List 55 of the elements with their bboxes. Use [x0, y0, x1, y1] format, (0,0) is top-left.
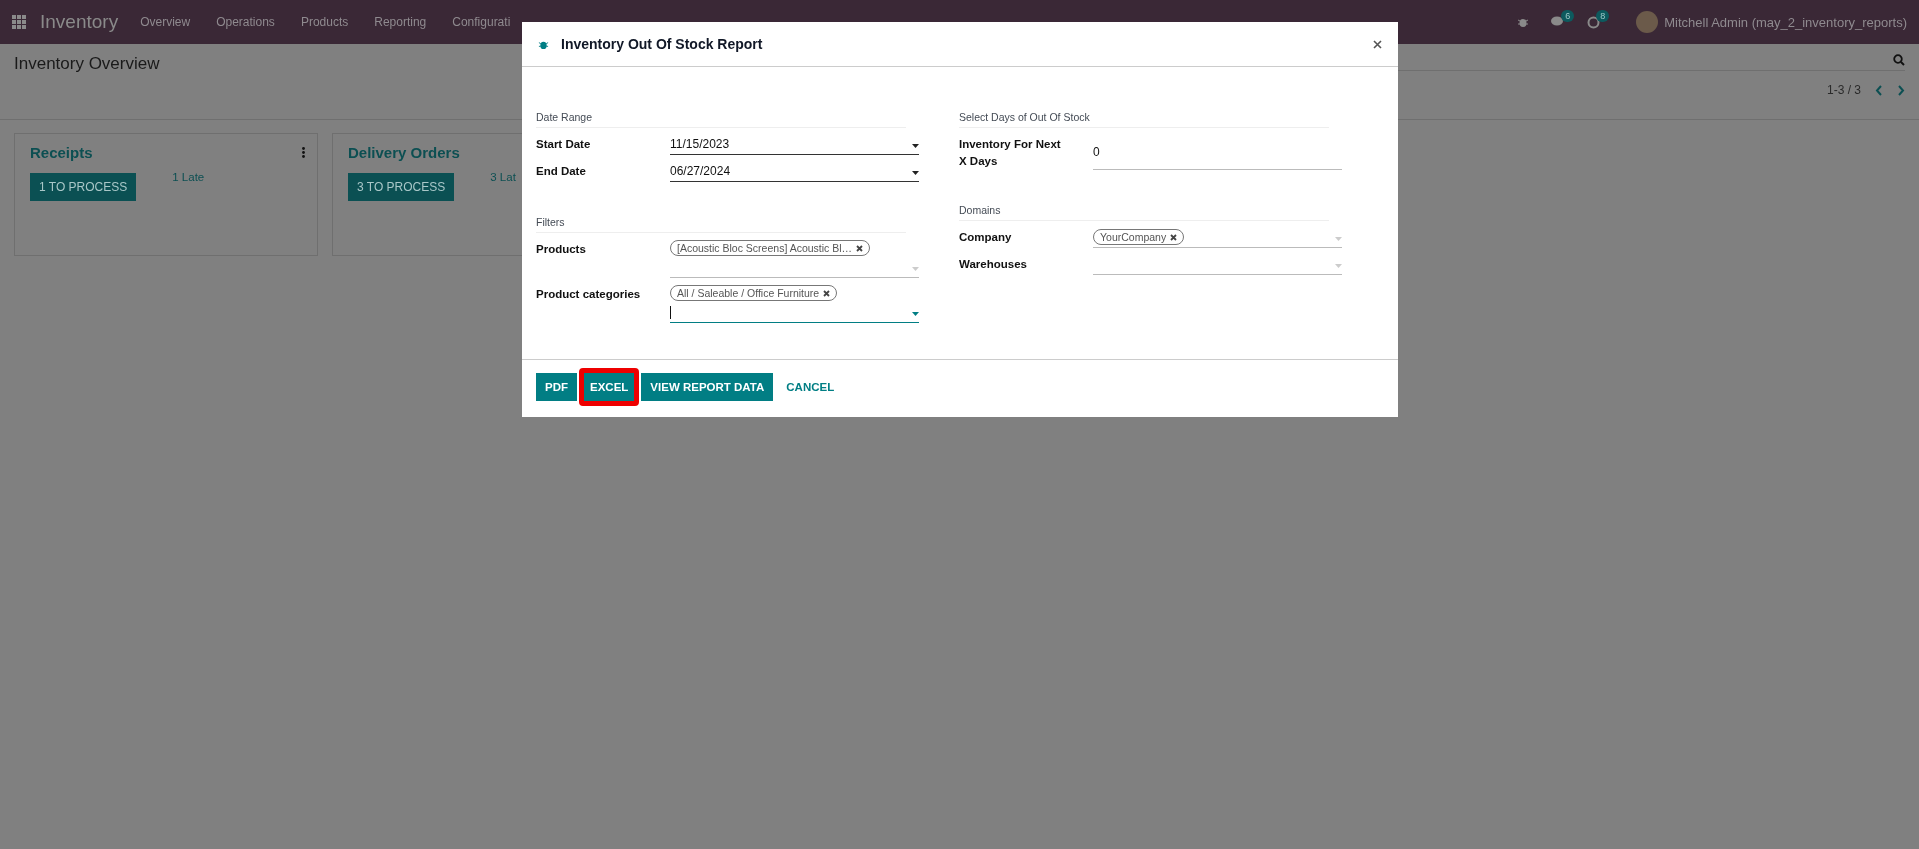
section-heading: Filters	[536, 216, 906, 233]
late-link[interactable]: 3 Lat	[490, 171, 516, 183]
close-icon	[1373, 40, 1382, 49]
apps-grid-icon[interactable]	[12, 15, 26, 29]
remove-icon	[823, 289, 831, 297]
pager-text: 1-3 / 3	[1826, 83, 1861, 97]
section-heading: Date Range	[536, 111, 906, 128]
field-label: Warehouses	[959, 257, 1028, 272]
menu-item[interactable]: Reporting	[374, 15, 427, 29]
field-label: Company	[959, 230, 1013, 245]
number-field[interactable]: 0	[1093, 134, 1342, 170]
date-field[interactable]: 06/27/2024	[670, 161, 919, 182]
menu-item[interactable]: Operations	[216, 15, 275, 29]
user-name[interactable]: Mitchell Admin (may_2_inventory_reports)	[1664, 14, 1907, 30]
chat-icon[interactable]	[1551, 16, 1566, 28]
dialog-button[interactable]: VIEW REPORT DATA	[641, 373, 774, 401]
process-button[interactable]: 3 TO PROCESS	[348, 173, 455, 201]
caret-icon	[912, 312, 919, 316]
caret-icon	[912, 171, 919, 175]
caret-icon	[1335, 237, 1342, 241]
remove-icon	[856, 244, 864, 252]
app-name[interactable]: Inventory	[40, 11, 119, 33]
remove-icon	[1170, 233, 1178, 241]
field-label: End Date	[536, 164, 587, 179]
menu-item[interactable]: Configurati	[452, 15, 511, 29]
field-label: Products	[536, 242, 587, 257]
next-icon[interactable]	[1897, 84, 1905, 96]
previous-icon[interactable]	[1875, 84, 1883, 96]
clock-icon[interactable]	[1587, 15, 1601, 29]
date-field[interactable]: 11/15/2023	[670, 134, 919, 155]
field-label: Start Date	[536, 137, 592, 152]
count-badge: 6	[1561, 10, 1575, 22]
process-button[interactable]: 1 TO PROCESS	[30, 173, 137, 201]
field-label: Inventory For Next X Days	[959, 137, 1062, 169]
more-icon[interactable]	[302, 147, 305, 158]
card-title[interactable]: Receipts	[30, 144, 302, 161]
page-title: Inventory Overview	[14, 54, 160, 75]
section-heading: Domains	[959, 204, 1329, 221]
dialog-title: Inventory Out Of Stock Report	[561, 36, 763, 52]
user-avatar[interactable]	[1636, 11, 1659, 33]
count-badge: 8	[1596, 9, 1610, 22]
section-heading: Select Days of Out Of Stock	[959, 111, 1329, 128]
menu-item[interactable]: Products	[300, 15, 349, 29]
late-link[interactable]: 1 Late	[172, 171, 205, 183]
dialog-button[interactable]: EXCEL	[579, 368, 640, 406]
caret-icon	[1335, 264, 1342, 268]
tags-field[interactable]: YourCompany	[1093, 227, 1342, 248]
menu-item[interactable]: Overview	[140, 15, 191, 29]
caret-icon	[912, 267, 919, 271]
caret-icon	[912, 144, 919, 148]
dialog-button[interactable]: PDF	[536, 373, 577, 401]
cancel-link[interactable]: CANCEL	[777, 373, 844, 401]
bug-icon[interactable]	[1517, 16, 1530, 28]
search-icon[interactable]	[1893, 54, 1905, 66]
field-label: Product categories	[536, 287, 642, 302]
